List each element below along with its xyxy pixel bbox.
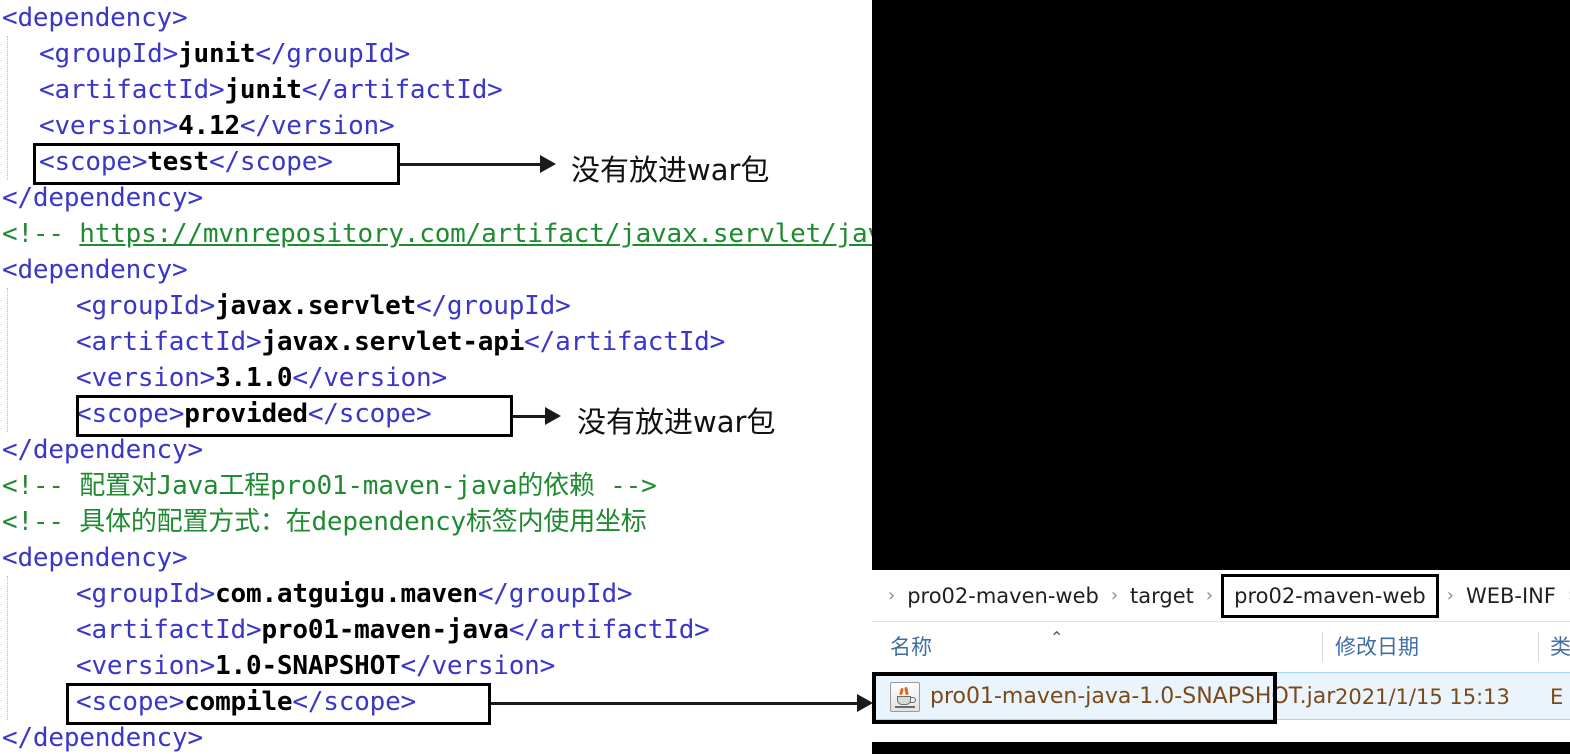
code-token-tag: </version> <box>400 651 556 681</box>
arrow-line-test <box>400 163 540 166</box>
column-divider[interactable] <box>1322 632 1323 662</box>
screenshot-root: <dependency> <groupId>junit</groupId> <art… <box>0 0 1570 754</box>
arrow-line-provided <box>513 415 545 418</box>
code-token-tag: <version> <box>76 651 216 681</box>
code-token-tag: <groupId> <box>76 291 216 321</box>
code-line: <!-- 配置对Java工程pro01-maven-java的依赖 --> <box>0 468 872 504</box>
code-token-tag: </dependency> <box>2 435 203 465</box>
backdrop-overlay-right <box>872 0 1570 570</box>
breadcrumb-item-pro02-maven-web[interactable]: pro02-maven-web <box>901 582 1105 610</box>
breadcrumb-separator-icon: › <box>888 585 896 606</box>
file-date-cell: 2021/1/15 15:13 <box>1335 685 1510 709</box>
file-name-cell[interactable]: pro01-maven-java-1.0-SNAPSHOT.jar <box>930 673 1335 721</box>
code-token-tag: <groupId> <box>76 579 216 609</box>
code-token-tag: </artifactId> <box>524 327 726 357</box>
breadcrumb-separator-icon: › <box>1562 585 1570 606</box>
column-header-date[interactable]: 修改日期 <box>1335 622 1419 672</box>
code-line: <groupId>com.atguigu.maven</groupId> <box>0 576 872 612</box>
code-token-val: com.atguigu.maven <box>215 579 478 609</box>
code-line: <artifactId>junit</artifactId> <box>0 72 872 108</box>
code-token-tag: </groupId> <box>477 579 633 609</box>
xml-code-editor[interactable]: <dependency> <groupId>junit</groupId> <art… <box>0 0 872 754</box>
code-token-tag: <dependency> <box>2 3 188 33</box>
table-row[interactable]: pro01-maven-java-1.0-SNAPSHOT.jar 2021/1… <box>872 672 1570 720</box>
code-token-val: junit <box>224 75 302 105</box>
code-token-tag: <dependency> <box>2 255 188 285</box>
code-token-val: javax.servlet-api <box>261 327 525 357</box>
code-token-val: 3.1.0 <box>215 363 293 393</box>
breadcrumb-item-target[interactable]: target <box>1124 582 1200 610</box>
code-token-tag: </version> <box>239 111 395 141</box>
code-token-val: pro01-maven-java <box>261 615 509 645</box>
code-line: <!-- https://mvnrepository.com/artifact/… <box>0 216 872 252</box>
code-line: <dependency> <box>0 540 872 576</box>
breadcrumb-separator-icon: › <box>1110 585 1119 606</box>
arrow-head-provided <box>545 407 561 425</box>
file-explorer-panel[interactable]: › pro02-maven-web › target › pro02-maven-web ›… <box>872 570 1570 742</box>
arrow-head-test <box>540 155 556 173</box>
code-token-val: javax.servlet <box>215 291 416 321</box>
backdrop-overlay-bottom <box>872 742 1570 754</box>
code-token-tag: <groupId> <box>39 39 179 69</box>
annotation-provided: 没有放进war包 <box>577 405 776 439</box>
sort-ascending-icon: ⌃ <box>1050 628 1064 647</box>
code-token-val: 1.0-SNAPSHOT <box>215 651 401 681</box>
column-header-name[interactable]: 名称 <box>890 622 932 672</box>
scope-highlight-provided <box>76 395 513 437</box>
code-token-tag: </groupId> <box>416 291 571 321</box>
scope-highlight-compile <box>66 683 491 725</box>
code-line: <artifactId>javax.servlet-api</artifactI… <box>0 324 872 360</box>
code-line: </dependency> <box>0 720 872 754</box>
breadcrumb[interactable]: › pro02-maven-web › target › pro02-maven-web ›… <box>872 570 1570 622</box>
code-token-tag: </dependency> <box>2 183 203 213</box>
code-token-comment-url: https://mvnrepository.com/artifact/javax… <box>79 219 872 249</box>
code-line: <artifactId>pro01-maven-java</artifactId… <box>0 612 872 648</box>
code-line: <version>1.0-SNAPSHOT</version> <box>0 648 872 684</box>
code-line: <!-- 具体的配置方式：在dependency标签内使用坐标 <box>0 504 872 540</box>
column-header-row: 名称 ⌃ 修改日期 类 <box>872 622 1570 672</box>
code-token-comment: <!-- 配置对Java工程pro01-maven-java的依赖 --> <box>2 471 657 501</box>
code-token-tag: <artifactId> <box>39 75 225 105</box>
scope-highlight-test <box>33 143 400 185</box>
code-line: <dependency> <box>0 252 872 288</box>
arrow-head-compile <box>857 694 873 712</box>
breadcrumb-separator-icon: › <box>1446 585 1454 606</box>
breadcrumb-item-WEB-INF[interactable]: WEB-INF <box>1460 582 1562 610</box>
code-token-comment: <!-- 具体的配置方式：在dependency标签内使用坐标 <box>2 507 647 537</box>
arrow-line-compile <box>491 702 857 705</box>
code-line: <version>3.1.0</version> <box>0 360 872 396</box>
code-line: <version>4.12</version> <box>0 108 872 144</box>
code-token-tag: </artifactId> <box>301 75 503 105</box>
code-token-tag: </version> <box>292 363 447 393</box>
column-divider[interactable] <box>1538 632 1539 662</box>
code-line: <groupId>junit</groupId> <box>0 36 872 72</box>
code-token-tag: <version> <box>76 363 216 393</box>
code-token-tag: <version> <box>39 111 179 141</box>
code-line: <groupId>javax.servlet</groupId> <box>0 288 872 324</box>
code-token-tag: </dependency> <box>2 723 203 753</box>
annotation-test: 没有放进war包 <box>571 153 770 187</box>
column-header-type[interactable]: 类 <box>1550 622 1570 672</box>
breadcrumb-separator-icon: › <box>1205 585 1214 606</box>
code-token-tag: </artifactId> <box>508 615 710 645</box>
java-jar-icon <box>890 682 920 712</box>
code-token-comment: <!-- <box>2 219 80 249</box>
file-type-cell: E <box>1550 685 1564 709</box>
code-token-val: junit <box>178 39 256 69</box>
code-token-tag: <artifactId> <box>76 327 262 357</box>
code-token-tag: <artifactId> <box>76 615 262 645</box>
code-token-tag: </groupId> <box>255 39 410 69</box>
code-token-tag: <dependency> <box>2 543 188 573</box>
code-line: <dependency> <box>0 0 872 36</box>
breadcrumb-item-pro02-maven-web[interactable]: pro02-maven-web <box>1221 573 1439 618</box>
code-token-val: 4.12 <box>178 111 240 141</box>
